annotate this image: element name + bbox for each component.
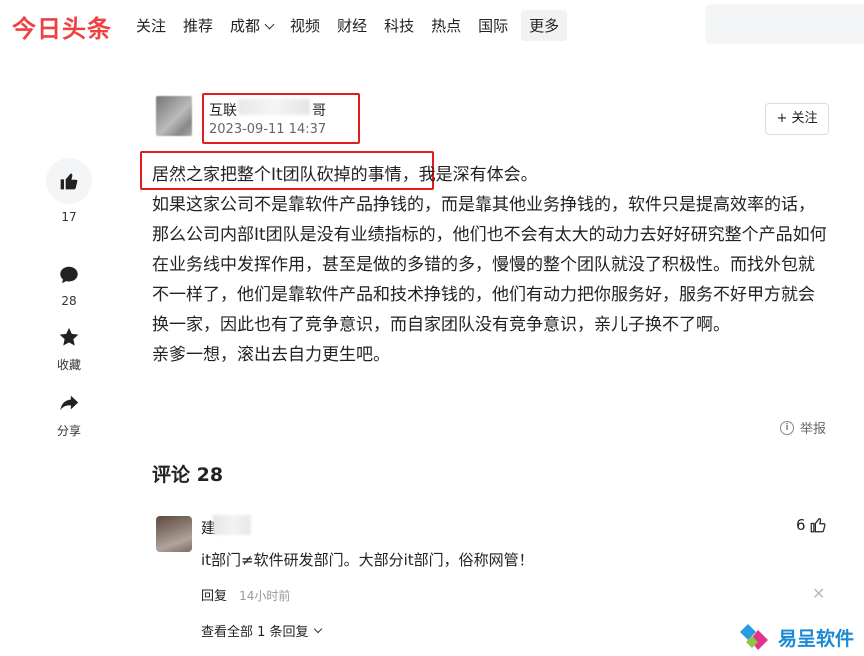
comment-text: it部门≠软件研发部门。大部分it部门，俗称网管！ <box>201 551 534 569</box>
share-icon-wrap <box>46 390 92 416</box>
nav-item-city[interactable]: 成都 <box>222 10 281 41</box>
watermark-diamond-icon <box>740 624 768 650</box>
comment-count: 28 <box>61 294 77 308</box>
nav-item-city-label: 成都 <box>230 17 261 35</box>
info-icon: i <box>780 420 794 435</box>
nav-item-international[interactable]: 国际 <box>470 10 516 41</box>
search-input[interactable] <box>705 4 864 44</box>
star-icon <box>59 327 79 346</box>
close-icon[interactable]: ✕ <box>812 584 825 603</box>
nav-item-follow[interactable]: 关注 <box>128 10 174 41</box>
favorite-action[interactable]: 收藏 <box>46 324 92 373</box>
post-timestamp: 2023-09-11 14:37 <box>209 122 327 137</box>
follow-button[interactable]: + 关注 <box>765 103 829 135</box>
view-all-replies-button[interactable]: 查看全部 1 条回复 <box>201 621 322 640</box>
report-button[interactable]: i 举报 <box>780 418 826 437</box>
thumbs-up-icon <box>60 173 78 190</box>
first-line-rest: ，我是深有体会。 <box>401 165 538 185</box>
watermark-text: 易呈软件 <box>778 627 855 650</box>
nav-item-tech[interactable]: 科技 <box>376 10 422 41</box>
share-action[interactable]: 分享 <box>46 390 92 439</box>
chevron-down-icon <box>313 624 322 633</box>
watermark-logo: 易呈软件 <box>738 622 854 652</box>
author-avatar[interactable] <box>156 96 192 136</box>
chevron-down-icon <box>264 19 275 30</box>
comment-meta: 回复 14小时前 <box>201 585 290 604</box>
comment-bubble-icon <box>60 266 78 284</box>
favorite-label: 收藏 <box>56 358 81 372</box>
star-icon-wrap <box>46 324 92 350</box>
author-name-suffix: 哥 <box>312 103 326 119</box>
blurred-commenter-name <box>213 515 251 535</box>
share-arrow-icon <box>60 395 79 411</box>
nav-item-hot[interactable]: 热点 <box>423 10 469 41</box>
comments-heading: 评论 28 <box>152 464 224 486</box>
blurred-name-region <box>238 99 310 115</box>
comment-like-button[interactable]: 6 <box>796 516 827 534</box>
author-name[interactable]: 互联 <box>209 100 237 120</box>
commenter-avatar[interactable] <box>156 516 192 552</box>
top-navigation-bar: 今日头条 关注 推荐 成都 视频 财经 科技 热点 国际 更多 <box>0 0 864 50</box>
like-count: 17 <box>61 210 77 224</box>
highlighted-phrase: 居然之家把整个It团队砍掉的事情 <box>152 165 402 185</box>
article-closing: 亲爹一想，滚出去自力更生吧。 <box>152 345 390 365</box>
comment-like-count: 6 <box>796 516 806 534</box>
toutiao-logo[interactable]: 今日头条 <box>12 9 112 44</box>
article-paragraph: 如果这家公司不是靠软件产品挣钱的，而是靠其他业务挣钱的，软件只是提高效率的话，那… <box>152 195 827 335</box>
comment-action[interactable]: 28 <box>46 262 92 308</box>
nav-item-more[interactable]: 更多 <box>521 10 568 41</box>
article-first-line: 居然之家把整个It团队砍掉的事情，我是深有体会。 <box>152 160 828 190</box>
view-all-replies-label: 查看全部 1 条回复 <box>201 625 309 640</box>
share-label: 分享 <box>56 424 81 438</box>
like-action[interactable]: 17 <box>46 158 92 224</box>
nav-item-video[interactable]: 视频 <box>282 10 328 41</box>
article-body: 居然之家把整个It团队砍掉的事情，我是深有体会。 如果这家公司不是靠软件产品挣钱… <box>152 160 828 370</box>
comment-time: 14小时前 <box>239 589 291 603</box>
nav-item-recommend[interactable]: 推荐 <box>175 10 221 41</box>
comment-icon-wrap <box>46 262 92 288</box>
like-button[interactable] <box>46 158 92 204</box>
thumbs-up-outline-icon <box>810 518 826 533</box>
report-label: 举报 <box>800 422 827 437</box>
reply-button[interactable]: 回复 <box>201 589 227 604</box>
channel-nav: 关注 推荐 成都 视频 财经 科技 热点 国际 更多 <box>128 10 568 41</box>
nav-item-finance[interactable]: 财经 <box>329 10 375 41</box>
